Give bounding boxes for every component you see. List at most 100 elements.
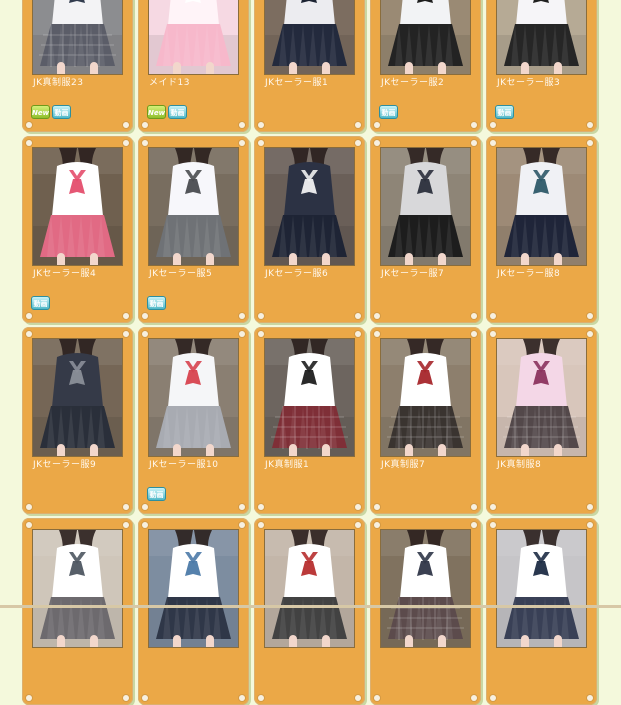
item-title[interactable]: JKセーラー服2: [381, 75, 444, 88]
item-title[interactable]: JK真制服8: [497, 457, 541, 470]
card-rivet: [142, 140, 148, 146]
item-photo[interactable]: [148, 147, 239, 266]
card-rivet: [587, 695, 593, 701]
card-rivet: [490, 122, 496, 128]
card-rivet: [490, 313, 496, 319]
item-card[interactable]: JK真制服23 New 動画: [22, 0, 133, 132]
item-photo[interactable]: [148, 0, 239, 75]
item-title[interactable]: JK真制服1: [265, 457, 309, 470]
item-card[interactable]: JKセーラー服4 動画: [22, 136, 133, 323]
item-card[interactable]: JKセーラー服3 動画: [486, 0, 597, 132]
item-title[interactable]: JK真制服7: [381, 457, 425, 470]
item-card[interactable]: [138, 518, 249, 705]
item-title[interactable]: JKセーラー服3: [497, 75, 560, 88]
card-rivet: [123, 522, 129, 528]
item-photo[interactable]: [496, 529, 587, 648]
item-card[interactable]: [22, 518, 133, 705]
card-rivet: [355, 504, 361, 510]
card-rivet: [355, 331, 361, 337]
card-rivet: [142, 313, 148, 319]
card-rivet: [26, 313, 32, 319]
gallery-page: JK真制服23 New 動画 メイド13 New 動画 JKセーラー服1 JKセ…: [0, 0, 621, 705]
card-rivet: [123, 313, 129, 319]
card-rivet: [374, 522, 380, 528]
item-photo[interactable]: [264, 529, 355, 648]
item-title[interactable]: JKセーラー服7: [381, 266, 444, 279]
video-badge: 動画: [147, 296, 166, 310]
item-card[interactable]: JKセーラー服9: [22, 327, 133, 514]
card-rivet: [587, 313, 593, 319]
card-rivet: [587, 504, 593, 510]
card-rivet: [355, 122, 361, 128]
item-photo[interactable]: [32, 0, 123, 75]
item-photo[interactable]: [380, 338, 471, 457]
item-title[interactable]: JK真制服23: [33, 75, 84, 88]
badge-row: 動画: [147, 487, 166, 501]
card-rivet: [26, 504, 32, 510]
card-rivet: [471, 504, 477, 510]
item-card[interactable]: JKセーラー服6: [254, 136, 365, 323]
item-card[interactable]: JK真制服1: [254, 327, 365, 514]
item-card[interactable]: メイド13 New 動画: [138, 0, 249, 132]
card-rivet: [239, 140, 245, 146]
card-rivet: [123, 695, 129, 701]
item-card[interactable]: [254, 518, 365, 705]
item-title[interactable]: JKセーラー服4: [33, 266, 96, 279]
item-photo[interactable]: [380, 0, 471, 75]
video-badge: 動画: [52, 105, 71, 119]
item-photo[interactable]: [380, 529, 471, 648]
card-rivet: [239, 504, 245, 510]
card-rivet: [471, 122, 477, 128]
item-card[interactable]: [370, 518, 481, 705]
item-photo[interactable]: [380, 147, 471, 266]
item-card[interactable]: JK真制服8: [486, 327, 597, 514]
item-title[interactable]: JKセーラー服6: [265, 266, 328, 279]
card-rivet: [258, 504, 264, 510]
card-rivet: [258, 695, 264, 701]
item-photo[interactable]: [32, 147, 123, 266]
card-rivet: [123, 504, 129, 510]
card-rivet: [142, 695, 148, 701]
item-photo[interactable]: [496, 338, 587, 457]
item-photo[interactable]: [264, 338, 355, 457]
card-rivet: [374, 122, 380, 128]
item-card[interactable]: JKセーラー服1: [254, 0, 365, 132]
item-title[interactable]: メイド13: [149, 75, 190, 88]
item-card[interactable]: [486, 518, 597, 705]
card-rivet: [471, 313, 477, 319]
card-rivet: [258, 313, 264, 319]
item-card[interactable]: JKセーラー服10 動画: [138, 327, 249, 514]
item-title[interactable]: JKセーラー服5: [149, 266, 212, 279]
card-rivet: [587, 522, 593, 528]
item-photo[interactable]: [148, 529, 239, 648]
video-badge: 動画: [168, 105, 187, 119]
item-card[interactable]: JKセーラー服5 動画: [138, 136, 249, 323]
card-rivet: [26, 122, 32, 128]
item-card[interactable]: JKセーラー服7: [370, 136, 481, 323]
card-rivet: [355, 522, 361, 528]
card-rivet: [374, 331, 380, 337]
card-rivet: [374, 140, 380, 146]
card-rivet: [490, 140, 496, 146]
item-photo[interactable]: [496, 147, 587, 266]
card-rivet: [490, 522, 496, 528]
item-card[interactable]: JKセーラー服2 動画: [370, 0, 481, 132]
item-photo[interactable]: [496, 0, 587, 75]
item-photo[interactable]: [32, 338, 123, 457]
card-rivet: [26, 695, 32, 701]
item-card[interactable]: JKセーラー服8: [486, 136, 597, 323]
item-photo[interactable]: [264, 147, 355, 266]
item-photo[interactable]: [148, 338, 239, 457]
item-title[interactable]: JKセーラー服9: [33, 457, 96, 470]
item-photo[interactable]: [264, 0, 355, 75]
new-badge: New: [147, 105, 166, 119]
item-card[interactable]: JK真制服7: [370, 327, 481, 514]
card-rivet: [490, 695, 496, 701]
card-rivet: [26, 522, 32, 528]
item-title[interactable]: JKセーラー服1: [265, 75, 328, 88]
badge-row: 動画: [379, 105, 398, 119]
item-photo[interactable]: [32, 529, 123, 648]
item-title[interactable]: JKセーラー服8: [497, 266, 560, 279]
card-rivet: [355, 140, 361, 146]
item-title[interactable]: JKセーラー服10: [149, 457, 219, 470]
